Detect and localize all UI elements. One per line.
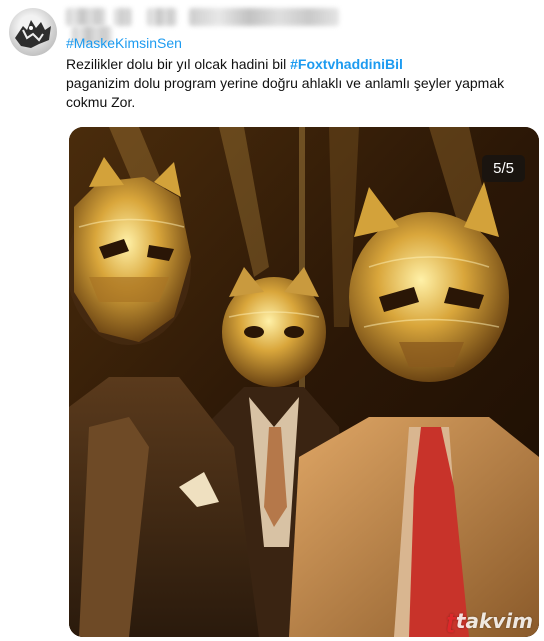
tweet-line-1: Rezilikler dolu bir yıl olcak hadini bil [66,56,287,72]
hashtag-link[interactable]: #MaskeKimsinSen [66,35,182,52]
avatar[interactable] [9,8,57,56]
tweet-media[interactable]: 5/5 ʈtakvim [69,127,539,637]
tweet-body: paganizim dolu program yerine doğru ahla… [66,75,505,110]
slide-counter: 5/5 [482,155,525,182]
avatar-image [15,20,51,48]
takvim-watermark: ʈtakvim [446,609,533,633]
masked-men-photo [69,127,539,637]
tweet-text: Rezilikler dolu bir yıl olcak hadini bil… [66,55,526,112]
user-header-blurred[interactable] [66,8,386,45]
hashtag-foxtv-link[interactable]: #FoxtvhaddiniBil [290,56,403,72]
